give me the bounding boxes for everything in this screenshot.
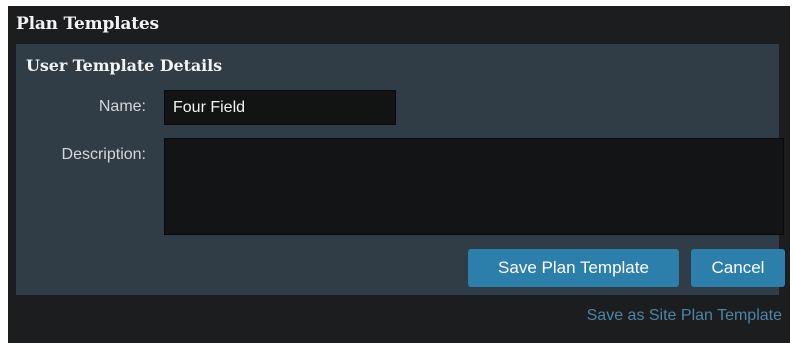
user-template-details-panel: User Template Details Name: Description:… <box>16 44 785 295</box>
save-plan-template-button[interactable]: Save Plan Template <box>468 249 679 287</box>
save-as-site-plan-template-link[interactable]: Save as Site Plan Template <box>587 307 782 325</box>
description-label: Description: <box>61 146 146 163</box>
name-label: Name: <box>98 98 146 115</box>
dialog-title: Plan Templates <box>16 14 159 34</box>
name-input[interactable] <box>164 90 396 125</box>
panel-title: User Template Details <box>26 56 222 75</box>
plan-templates-dialog: Plan Templates User Template Details Nam… <box>8 6 790 343</box>
cancel-button[interactable]: Cancel <box>691 249 785 287</box>
description-textarea[interactable] <box>164 138 784 235</box>
